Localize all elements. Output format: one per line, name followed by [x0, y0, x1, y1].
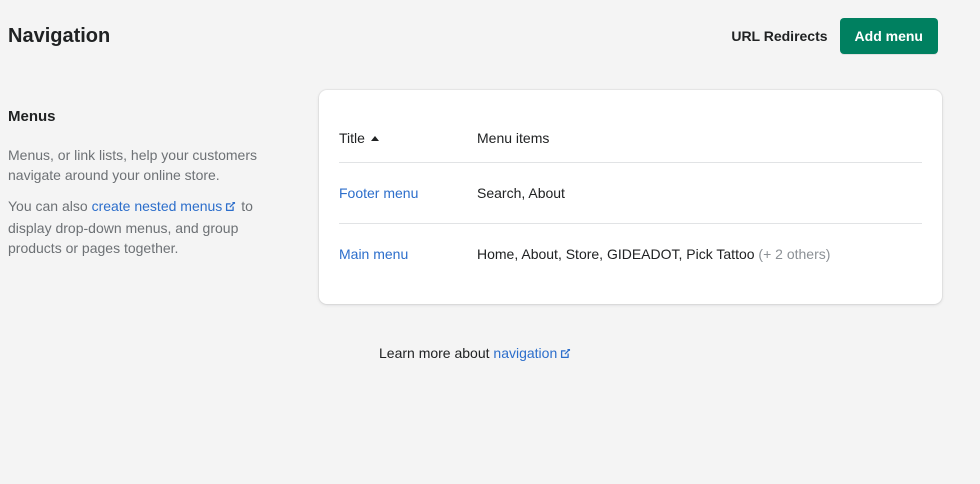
title-column-header[interactable]: Title [339, 130, 477, 146]
menu-title-link[interactable]: Main menu [339, 246, 408, 262]
nested-menus-text: You can also create nested menus to disp… [8, 196, 273, 258]
menus-description-text: Menus, or link lists, help your customer… [8, 147, 257, 183]
add-menu-button[interactable]: Add menu [839, 18, 938, 54]
page-title: Navigation [8, 25, 111, 47]
menu-items-cell: Home, About, Store, GIDEADOT, Pick Tatto… [477, 246, 922, 262]
menu-items-more: (+ 2 others) [758, 246, 831, 262]
menus-description: Menus Menus, or link lists, help your cu… [8, 108, 273, 269]
footer-help: Learn more about navigation [379, 345, 572, 363]
navigation-help-link[interactable]: navigation [493, 345, 572, 361]
menu-items-column-header: Menu items [477, 130, 550, 146]
header-actions: URL Redirects Add menu [731, 18, 938, 54]
footer-help-prefix: Learn more about [379, 345, 494, 361]
menus-card: Title Menu items Footer menu Search, Abo… [319, 90, 942, 304]
create-nested-menus-label: create nested menus [91, 198, 223, 214]
menu-items-cell: Search, About [477, 185, 922, 201]
create-nested-menus-link[interactable]: create nested menus [92, 198, 238, 214]
menu-title-link[interactable]: Footer menu [339, 185, 418, 201]
nested-menus-prefix: You can also [8, 198, 92, 214]
sort-ascending-icon [370, 136, 379, 141]
table-row: Main menu Home, About, Store, GIDEADOT, … [339, 224, 922, 284]
external-link-icon [224, 198, 237, 218]
menus-table: Title Menu items Footer menu Search, Abo… [339, 114, 922, 284]
table-header-row: Title Menu items [339, 114, 922, 163]
menu-items-text: Home, About, Store, GIDEADOT, Pick Tatto… [477, 246, 755, 262]
title-column-label: Title [339, 130, 365, 146]
table-row: Footer menu Search, About [339, 163, 922, 224]
url-redirects-button[interactable]: URL Redirects [731, 20, 827, 52]
section-heading: Menus [8, 108, 56, 125]
menu-items-text: Search, About [477, 185, 565, 201]
navigation-help-label: navigation [493, 345, 558, 361]
external-link-icon [559, 347, 572, 363]
